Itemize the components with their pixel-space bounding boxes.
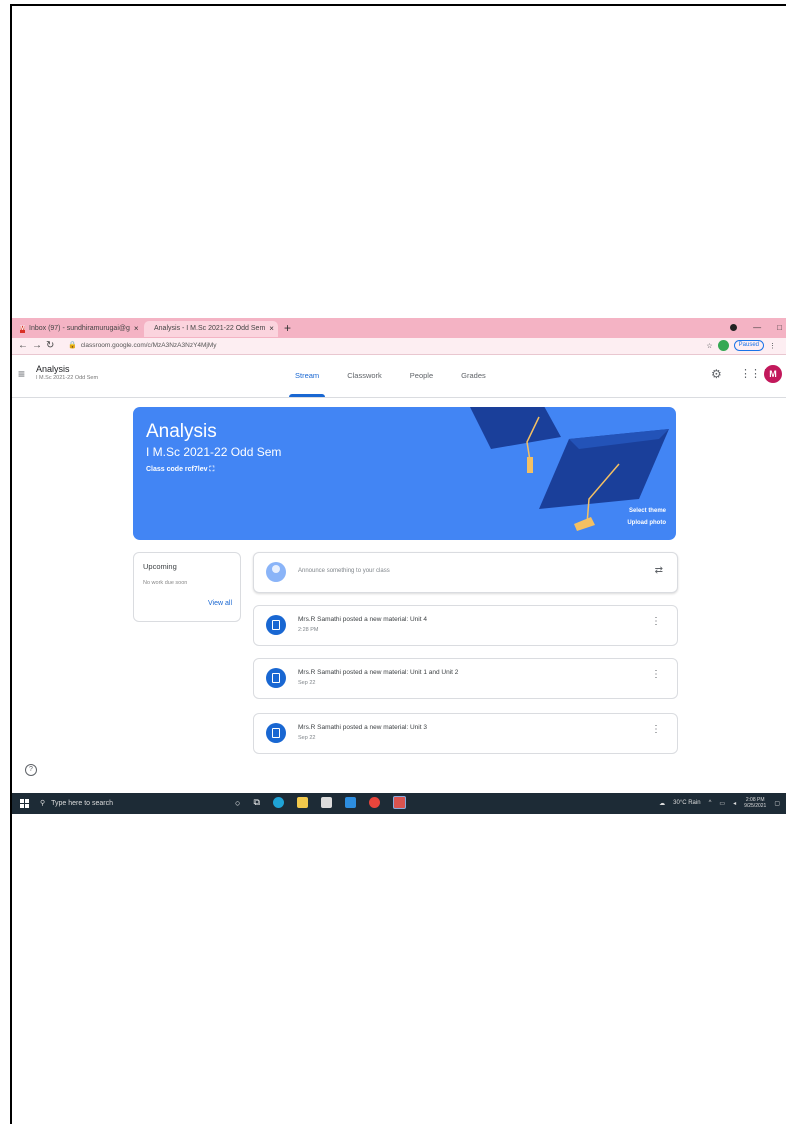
search-icon: ⚲ — [40, 800, 46, 807]
upload-photo-link[interactable]: Upload photo — [627, 520, 666, 526]
tab-gmail[interactable]: M Inbox (97) - sundhiramurugai@g × — [14, 321, 142, 337]
window-controls: — □ — [730, 320, 782, 336]
extension-icon[interactable] — [717, 340, 729, 351]
repost-icon[interactable]: ⇄ — [655, 565, 663, 576]
class-code[interactable]: Class code rcf7lev ⛶ — [146, 466, 214, 474]
gear-icon[interactable]: ⚙ — [711, 367, 722, 381]
avatar[interactable]: M — [764, 365, 782, 383]
url-field[interactable]: 🔒 classroom.google.com/c/MzA3NzA3NzY4MjM… — [68, 340, 688, 352]
chrome-active-icon[interactable] — [392, 796, 406, 809]
mail-icon[interactable] — [344, 797, 356, 808]
upcoming-card: Upcoming No work due soon View all — [133, 552, 241, 622]
upcoming-empty-text: No work due soon — [143, 580, 188, 586]
network-icon[interactable]: ▭ — [719, 800, 725, 807]
browser-tab-bar: M Inbox (97) - sundhiramurugai@g × Analy… — [12, 318, 786, 338]
url-text: classroom.google.com/c/MzA3NzA3NzY4MjMy — [80, 342, 217, 349]
post-title[interactable]: Mrs.R Samathi posted a new material: Uni… — [298, 724, 427, 731]
help-icon[interactable]: ? — [25, 764, 37, 776]
select-theme-link[interactable]: Select theme — [629, 508, 666, 514]
windows-start-icon[interactable] — [20, 799, 29, 808]
file-explorer-icon[interactable] — [296, 797, 308, 808]
volume-icon[interactable]: ◂ — [733, 800, 736, 807]
screenshot: M Inbox (97) - sundhiramurugai@g × Analy… — [12, 318, 786, 814]
close-tab-icon[interactable]: × — [134, 321, 139, 337]
post-date: 2:28 PM — [298, 627, 319, 633]
tab-stream[interactable]: Stream — [288, 355, 326, 397]
forward-icon[interactable]: → — [32, 339, 42, 353]
more-options-icon[interactable]: ⋮ — [651, 617, 661, 627]
notification-icon[interactable]: ▢ — [774, 800, 780, 807]
post-date: Sep 22 — [298, 735, 316, 741]
tab-classwork[interactable]: Classwork — [347, 355, 382, 397]
tab-label: Inbox (97) - sundhiramurugai@g — [29, 325, 130, 332]
minimize-icon[interactable]: — — [753, 320, 761, 336]
weather-text[interactable]: 30°C Rain — [673, 800, 700, 806]
more-options-icon[interactable]: ⋮ — [651, 670, 661, 680]
post-title[interactable]: Mrs.R Samathi posted a new material: Uni… — [298, 616, 427, 623]
extensions-area: ☆ Paused ⋮ — [706, 340, 776, 351]
class-subtitle: I M.Sc 2021-22 Odd Sem — [36, 375, 99, 381]
chrome-icon[interactable] — [368, 797, 380, 808]
new-tab-button[interactable]: + — [284, 320, 291, 336]
store-icon[interactable] — [320, 797, 332, 808]
star-icon[interactable]: ☆ — [706, 342, 712, 350]
lock-icon: 🔒 — [68, 342, 77, 349]
tab-label: Analysis - I M.Sc 2021-22 Odd Sem — [154, 325, 266, 332]
weather-icon: ☁ — [659, 800, 666, 807]
banner-subtitle: I M.Sc 2021-22 Odd Sem — [146, 445, 282, 459]
announce-box[interactable]: Announce something to your class ⇄ — [253, 552, 678, 593]
more-icon[interactable]: ⋮ — [769, 342, 776, 350]
tray-chevron-icon[interactable]: ^ — [709, 800, 712, 806]
stream-post[interactable]: Mrs.R Samathi posted a new material: Uni… — [253, 605, 678, 646]
post-date: Sep 22 — [298, 680, 316, 686]
hamburger-menu-icon[interactable]: ≡ — [18, 366, 25, 382]
taskbar-search[interactable]: ⚲ Type here to search — [40, 797, 113, 810]
material-icon — [266, 615, 286, 635]
material-icon — [266, 723, 286, 743]
clock[interactable]: 2:08 PM 9/25/2021 — [744, 797, 766, 809]
edge-icon[interactable] — [272, 797, 284, 808]
more-options-icon[interactable]: ⋮ — [651, 725, 661, 735]
tab-classroom[interactable]: Analysis - I M.Sc 2021-22 Odd Sem × — [144, 321, 278, 337]
class-banner: Analysis I M.Sc 2021-22 Odd Sem Class co… — [133, 407, 676, 540]
tab-grades[interactable]: Grades — [461, 355, 486, 397]
cortana-icon[interactable]: ○ — [235, 798, 240, 808]
class-nav-tabs: Stream Classwork People Grades — [288, 355, 486, 397]
stream-post[interactable]: Mrs.R Samathi posted a new material: Uni… — [253, 713, 678, 754]
gmail-icon: M — [20, 325, 25, 333]
tab-people[interactable]: People — [410, 355, 433, 397]
back-icon[interactable]: ← — [18, 339, 28, 353]
view-all-link[interactable]: View all — [208, 600, 232, 607]
post-title[interactable]: Mrs.R Samathi posted a new material: Uni… — [298, 669, 458, 676]
announce-placeholder[interactable]: Announce something to your class — [298, 568, 390, 574]
address-bar: ← → ↻ 🔒 classroom.google.com/c/MzA3NzA3N… — [12, 338, 786, 355]
banner-title: Analysis — [146, 421, 217, 442]
clock-date: 9/25/2021 — [744, 803, 767, 809]
system-tray: ☁ 30°C Rain ^ ▭ ◂ 2:08 PM 9/25/2021 ▢ — [659, 797, 780, 809]
windows-taskbar: ⚲ Type here to search ○ ⧉ ☁ 30°C Rain ^ … — [12, 793, 786, 814]
close-tab-icon[interactable]: × — [269, 321, 274, 337]
upcoming-title: Upcoming — [143, 562, 177, 571]
taskbar-search-placeholder: Type here to search — [51, 800, 114, 807]
classroom-header: ≡ Analysis I M.Sc 2021-22 Odd Sem Stream… — [12, 355, 786, 398]
task-view-icon[interactable]: ⧉ — [253, 797, 259, 808]
profile-pill[interactable]: Paused — [733, 340, 764, 351]
maximize-icon[interactable]: □ — [777, 320, 782, 336]
record-icon[interactable] — [730, 324, 738, 331]
class-title[interactable]: Analysis — [36, 364, 70, 374]
reload-icon[interactable]: ↻ — [46, 339, 54, 353]
material-icon — [266, 668, 286, 688]
stream-post[interactable]: Mrs.R Samathi posted a new material: Uni… — [253, 658, 678, 699]
user-avatar-icon — [266, 562, 286, 582]
taskbar-apps: ○ ⧉ — [235, 796, 406, 809]
